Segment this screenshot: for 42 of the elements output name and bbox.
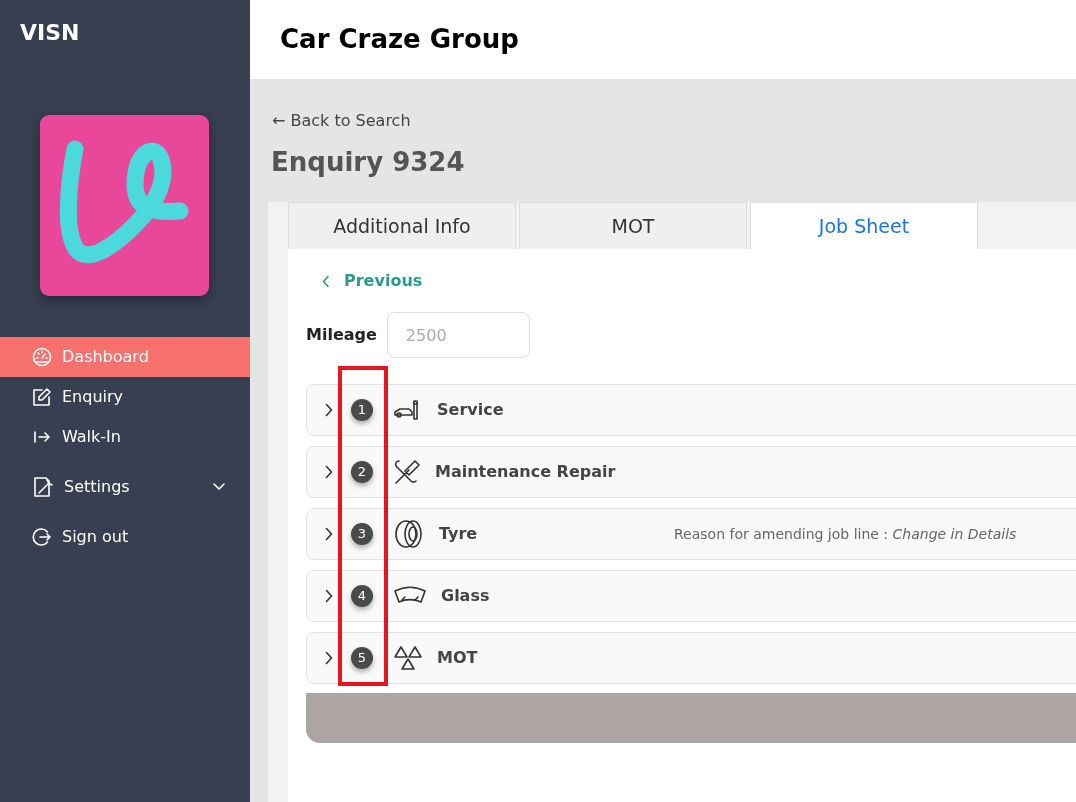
number-badge: 4 [351, 585, 373, 607]
tab[interactable]: MOT [519, 202, 747, 249]
wrench-screwdriver-icon [393, 458, 421, 486]
job-line-row[interactable]: 2 Maintenance Repair [306, 446, 1076, 498]
job-line-title: Service [437, 399, 505, 421]
chevron-right-icon [325, 651, 333, 665]
sidebar-item[interactable]: Sign out [0, 517, 250, 557]
sidebar-item[interactable]: Settings [0, 467, 250, 507]
number-badge: 1 [351, 399, 373, 421]
chevron-left-icon [322, 274, 330, 288]
chevron-right-icon [325, 403, 333, 417]
job-line-row[interactable]: 5 MOT [306, 632, 1076, 684]
chevron-right-icon [325, 589, 333, 603]
amend-reason-text: Reason for amending job line : Change in Details [674, 524, 1017, 544]
brand-name: VISN [19, 19, 81, 47]
tab[interactable]: Job Sheet [750, 202, 978, 249]
sidebar-item[interactable]: Enquiry [0, 377, 250, 417]
job-line-row[interactable]: 1 Service [306, 384, 1076, 436]
chevron-right-icon [325, 527, 333, 541]
page-title: Enquiry 9324 [271, 146, 466, 179]
sidebar-item[interactable]: Walk-In [0, 417, 250, 457]
job-line-title: Tyre [439, 523, 479, 545]
triangles-icon [393, 645, 423, 671]
tyre-icon [393, 519, 425, 549]
gauge-icon [32, 347, 52, 367]
mileage-label: Mileage [306, 324, 377, 346]
job-line-title: Glass [441, 585, 491, 607]
settings-icon [32, 476, 54, 498]
job-line-title: MOT [437, 647, 479, 669]
sign-out-icon [32, 527, 52, 547]
tab[interactable]: Additional Info [288, 202, 516, 249]
number-badge: 2 [351, 461, 373, 483]
number-badge: 3 [351, 523, 373, 545]
chevron-right-icon [325, 465, 333, 479]
job-line-title: Maintenance Repair [435, 461, 617, 483]
job-line-row[interactable]: 3 Tyre Reason for amending job line : Change in Details [306, 508, 1076, 560]
job-line-row[interactable]: 4 Glass [306, 570, 1076, 622]
back-to-search-link[interactable]: ← Back to Search [272, 109, 411, 133]
mileage-field[interactable]: 2500 [386, 312, 530, 358]
company-title: Car Craze Group [280, 23, 519, 56]
number-badge: 5 [351, 647, 373, 669]
edit-icon [32, 387, 52, 407]
